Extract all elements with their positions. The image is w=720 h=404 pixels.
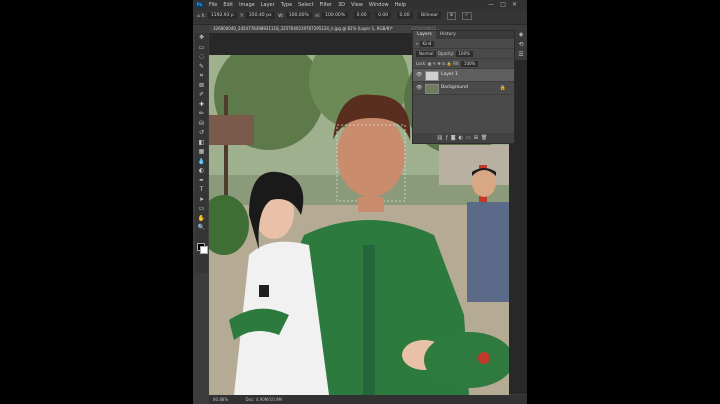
menu-type[interactable]: Type xyxy=(281,2,292,8)
healing-brush-tool-icon[interactable]: ✚ xyxy=(195,100,208,110)
kind-filter-select[interactable]: Kind xyxy=(419,41,435,47)
menu-window[interactable]: Window xyxy=(369,2,389,8)
lock-label: Lock: xyxy=(416,61,427,66)
shape-tool-icon[interactable]: ▭ xyxy=(195,204,208,214)
layer-row-background[interactable]: 👁 Background 🔒 xyxy=(413,82,514,95)
window-controls: —□✕ xyxy=(488,0,523,10)
eye-icon[interactable]: 👁 xyxy=(416,69,422,81)
menu-3d[interactable]: 3D xyxy=(338,2,345,8)
crop-tool-icon[interactable]: ⌗ xyxy=(195,71,208,81)
hand-tool-icon[interactable]: ✋ xyxy=(195,214,208,224)
menu-items: File Edit Image Layer Type Select Filter 3D View… xyxy=(209,0,412,10)
blur-tool-icon[interactable]: 💧 xyxy=(195,157,208,167)
reference-point-icon[interactable]: ⌂ xyxy=(197,14,200,19)
lock-icons[interactable]: ▦ ✎ ✥ ⊡ 🔒 xyxy=(428,61,452,66)
tools-panel: ✥ ▭ ◌ ✎ ⌗ ⊠ ✐ ✚ ✏ ⛁ ↺ ◧ ▦ 💧 ◐ ✒ T ➤ ▭ ✋ 🔍 xyxy=(195,33,208,273)
layers-footer: ⛓ƒ◙◐▭⊞🗑 xyxy=(413,133,514,143)
menu-view[interactable]: View xyxy=(351,2,363,8)
zoom-readout[interactable]: 80.88% xyxy=(213,397,228,402)
lasso-tool-icon[interactable]: ◌ xyxy=(195,52,208,62)
tab-history[interactable]: History xyxy=(436,31,460,39)
layer-filter-row: ⌕ Kind xyxy=(413,39,514,49)
menu-edit[interactable]: Edit xyxy=(223,2,233,8)
search-icon: ⌕ xyxy=(416,41,419,46)
photoshop-logo: Ps xyxy=(196,2,203,8)
menu-layer[interactable]: Layer xyxy=(261,2,275,8)
fill-label: Fill: xyxy=(452,61,460,66)
interpolation-select[interactable]: Bilinear xyxy=(418,12,442,19)
blend-row: Normal Opacity: 100% xyxy=(413,49,514,59)
history-brush-tool-icon[interactable]: ↺ xyxy=(195,128,208,138)
layers-dock-icon[interactable]: ◈ xyxy=(515,30,527,40)
width-field[interactable]: 100.00% xyxy=(285,12,312,19)
layer-name: Layer 1 xyxy=(441,72,458,77)
h-label: H: xyxy=(315,14,321,19)
quick-select-tool-icon[interactable]: ✎ xyxy=(195,62,208,72)
menu-image[interactable]: Image xyxy=(239,2,255,8)
folder-icon[interactable]: ▭ xyxy=(466,135,474,141)
marquee-tool-icon[interactable]: ▭ xyxy=(195,43,208,53)
commit-transform-icon[interactable]: ✓ xyxy=(461,11,472,20)
clone-stamp-tool-icon[interactable]: ⛁ xyxy=(195,119,208,129)
menu-help[interactable]: Help xyxy=(395,2,406,8)
menu-select[interactable]: Select xyxy=(298,2,313,8)
menu-bar: Ps File Edit Image Layer Type Select Filter 3D V… xyxy=(193,0,527,10)
path-select-tool-icon[interactable]: ➤ xyxy=(195,195,208,205)
w-label: W: xyxy=(278,14,284,19)
properties-dock-icon[interactable]: ☰ xyxy=(515,50,527,60)
menu-filter[interactable]: Filter xyxy=(320,2,332,8)
y-label: Y: xyxy=(240,14,244,19)
options-bar: ⌂ X: 1192.93 p Y: 350.40 px W: 100.00% H: 10… xyxy=(193,10,527,25)
dodge-tool-icon[interactable]: ◐ xyxy=(195,166,208,176)
angle-field[interactable]: 0.00 xyxy=(353,12,370,19)
trash-icon[interactable]: 🗑 xyxy=(481,135,490,141)
status-bar: 80.88% Doc: 4.90M/10.9M xyxy=(209,395,527,404)
eyedropper-tool-icon[interactable]: ✐ xyxy=(195,90,208,100)
layer-name: Background xyxy=(441,85,468,90)
cancel-transform-icon[interactable]: ⊘ xyxy=(446,11,457,20)
layer-row-layer-1[interactable]: 👁 Layer 1 xyxy=(413,69,514,82)
layers-panel: Layers History ⌕ Kind Normal Opacity: 100… xyxy=(412,30,515,144)
fill-field[interactable]: 100% xyxy=(460,61,479,67)
x-label: X: xyxy=(201,14,206,19)
history-dock-icon[interactable]: ⟲ xyxy=(515,40,527,50)
height-field[interactable]: 100.00% xyxy=(322,12,349,19)
pen-tool-icon[interactable]: ✒ xyxy=(195,176,208,186)
document-tab[interactable]: 326600040_3454778398931118_3257640219767… xyxy=(209,25,411,33)
x-field[interactable]: 1192.93 p xyxy=(207,12,237,19)
maximize-icon[interactable]: □ xyxy=(500,1,512,8)
layers-tabs: Layers History xyxy=(413,31,514,39)
adjustment-icon[interactable]: ◐ xyxy=(459,135,466,141)
eye-icon[interactable]: 👁 xyxy=(416,82,422,94)
v-skew-field[interactable]: 0.00 xyxy=(396,12,413,19)
menu-file[interactable]: File xyxy=(209,2,217,8)
y-field[interactable]: 350.40 px xyxy=(245,12,275,19)
background-color-swatch[interactable] xyxy=(200,246,208,254)
type-tool-icon[interactable]: T xyxy=(195,185,208,195)
lock-row: Lock: ▦ ✎ ✥ ⊡ 🔒 Fill: 100% xyxy=(413,59,514,69)
brush-tool-icon[interactable]: ✏ xyxy=(195,109,208,119)
right-dock: ◈ ⟲ ☰ xyxy=(515,30,527,60)
blend-mode-select[interactable]: Normal xyxy=(416,51,437,57)
h-skew-field[interactable]: 0.00 xyxy=(375,12,392,19)
doc-size-readout: Doc: 4.90M/10.9M xyxy=(245,397,282,402)
frame-tool-icon[interactable]: ⊠ xyxy=(195,81,208,91)
link-icon[interactable]: ⛓ xyxy=(437,135,446,141)
layer-thumbnail xyxy=(425,71,439,81)
mask-icon[interactable]: ◙ xyxy=(451,135,459,141)
zoom-tool-icon[interactable]: 🔍 xyxy=(195,223,208,233)
tab-layers[interactable]: Layers xyxy=(413,31,436,39)
opacity-label: Opacity: xyxy=(437,51,455,56)
new-layer-icon[interactable]: ⊞ xyxy=(474,135,481,141)
gradient-tool-icon[interactable]: ▦ xyxy=(195,147,208,157)
minimize-icon[interactable]: — xyxy=(488,1,500,8)
move-tool-icon[interactable]: ✥ xyxy=(195,33,208,43)
photoshop-window: Ps File Edit Image Layer Type Select Filter 3D V… xyxy=(193,0,527,404)
opacity-field[interactable]: 100% xyxy=(455,51,473,57)
lock-icon: 🔒 xyxy=(499,85,506,91)
layer-thumbnail xyxy=(425,84,439,94)
close-icon[interactable]: ✕ xyxy=(512,1,523,8)
eraser-tool-icon[interactable]: ◧ xyxy=(195,138,208,148)
